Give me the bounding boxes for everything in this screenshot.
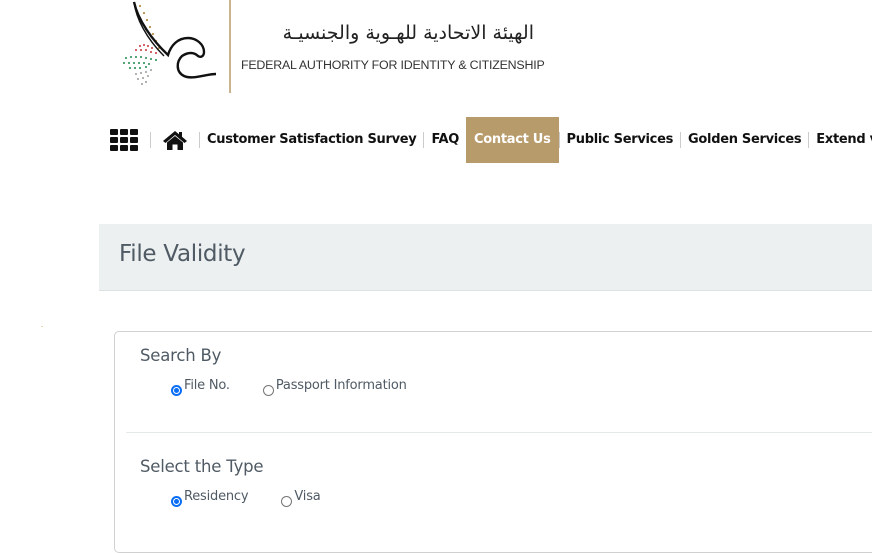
radio-passport-information-label: Passport Information (275, 378, 407, 393)
radio-visa[interactable]: Visa (281, 489, 321, 507)
main-nav: Customer Satisfaction Survey FAQ Contact… (108, 117, 872, 163)
logo-arabic-text: الهيئة الاتحادية للهـوية والجنسيـة (282, 22, 534, 44)
radio-file-no-input[interactable] (171, 385, 182, 396)
site-logo[interactable] (112, 0, 542, 95)
page-title-bar: File Validity (99, 224, 872, 291)
file-validity-form (114, 331, 872, 553)
home-icon (163, 131, 187, 150)
select-type-label: Select the Type (140, 457, 264, 476)
nav-extend-visa[interactable]: Extend visa (809, 117, 872, 163)
search-by-label: Search By (140, 346, 222, 365)
radio-residency-label: Residency (184, 489, 249, 504)
logo-divider (229, 0, 231, 93)
type-radio-group: Residency Visa (171, 489, 321, 507)
radio-residency-input[interactable] (171, 496, 182, 507)
section-divider (126, 432, 872, 433)
radio-visa-label: Visa (294, 489, 321, 504)
nav-golden-services[interactable]: Golden Services (681, 117, 808, 163)
falcon-logo-icon (123, 1, 217, 85)
nav-public-services[interactable]: Public Services (560, 117, 681, 163)
home-button[interactable] (151, 117, 199, 163)
nav-contact-us[interactable]: Contact Us (466, 117, 559, 163)
grid-menu-icon (110, 129, 138, 151)
page-title: File Validity (119, 241, 246, 267)
radio-passport-information[interactable]: Passport Information (262, 378, 407, 396)
radio-file-no[interactable]: File No. (171, 378, 230, 396)
nav-faq[interactable]: FAQ (424, 117, 466, 163)
radio-file-no-label: File No. (184, 378, 230, 393)
radio-passport-information-input[interactable] (262, 385, 274, 396)
nav-customer-satisfaction-survey[interactable]: Customer Satisfaction Survey (200, 117, 423, 163)
radio-residency[interactable]: Residency (171, 489, 249, 507)
search-by-radio-group: File No. Passport Information (171, 378, 407, 396)
decorative-dot (41, 326, 43, 327)
grid-menu-button[interactable] (108, 117, 150, 163)
logo-english-text: FEDERAL AUTHORITY FOR IDENTITY & CITIZEN… (241, 58, 545, 72)
